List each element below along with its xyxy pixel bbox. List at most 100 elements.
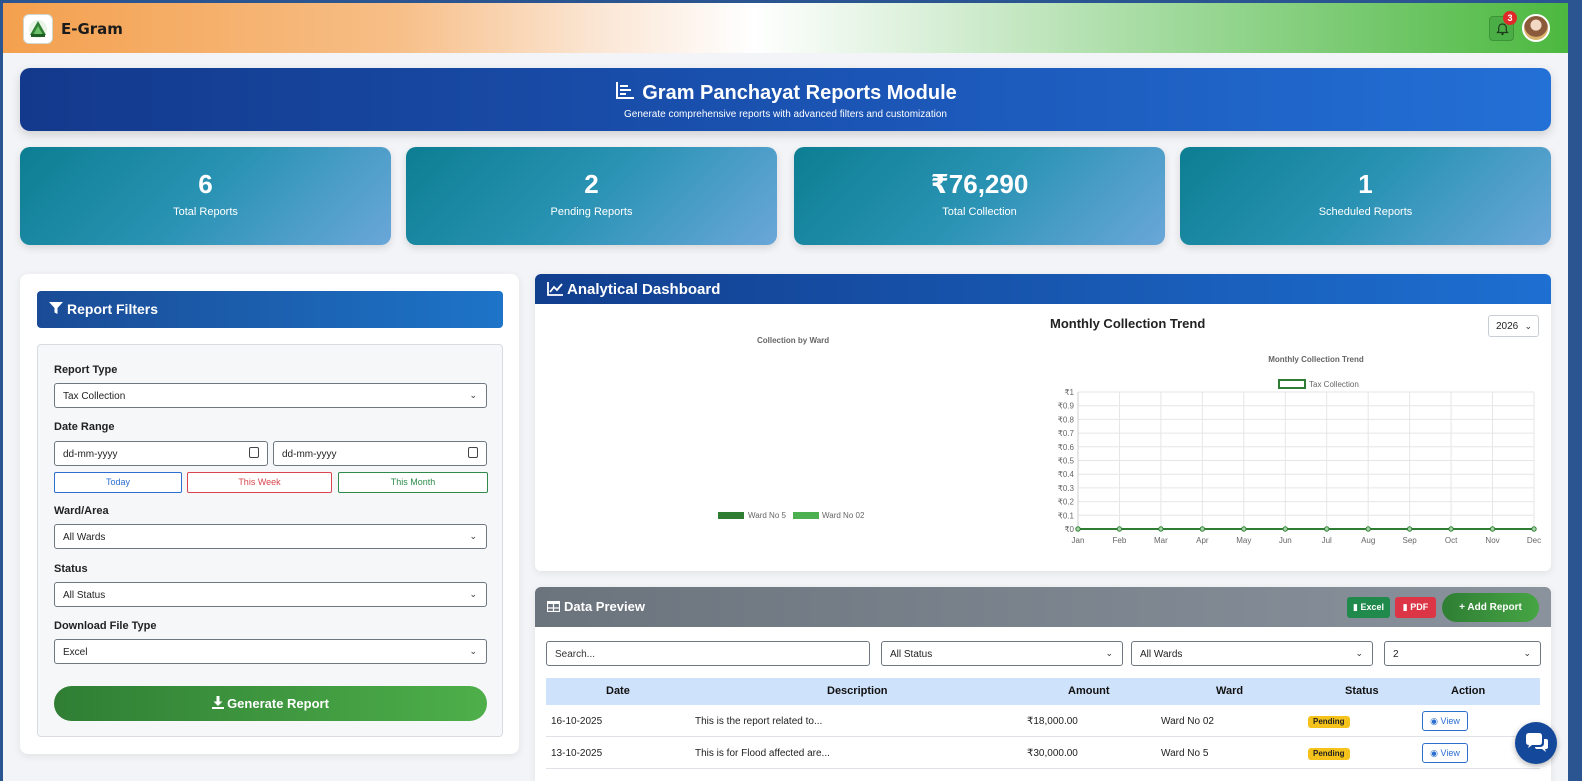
chat-button[interactable] (1515, 722, 1557, 764)
emblem-icon (29, 20, 47, 38)
chevron-down-icon: ⌄ (469, 589, 477, 599)
legend-label-tax-collection: Tax Collection (1309, 380, 1359, 389)
eye-icon: ◉ (1430, 748, 1438, 758)
search-input[interactable]: Search... (546, 641, 870, 666)
x-tick-label: Apr (1196, 536, 1209, 545)
column-header-date: Date (606, 685, 630, 697)
date-to-placeholder: dd-mm-yyyy (282, 449, 337, 460)
data-point (1531, 526, 1537, 532)
page-size-value: 2 (1393, 649, 1399, 660)
today-button[interactable]: Today (54, 472, 182, 493)
data-preview-header: Data Preview ▮ Excel ▮ PDF + Add Report (535, 587, 1551, 627)
table-row: 16-10-2025 This is the report related to… (546, 705, 1540, 737)
file-type-select[interactable]: Excel ⌄ (54, 639, 487, 664)
stat-value: ₹76,290 (930, 169, 1029, 199)
stat-value: 2 (584, 169, 599, 199)
report-type-select[interactable]: Tax Collection ⌄ (54, 383, 487, 408)
view-button[interactable]: ◉ View (1422, 743, 1468, 763)
top-navbar: E-Gram 3 (3, 3, 1568, 53)
data-point (1241, 526, 1247, 532)
x-tick-label: Jan (1072, 536, 1085, 545)
legend-swatch-ward-5 (718, 512, 744, 519)
cell-description: This is the report related to... (695, 716, 823, 727)
app-logo[interactable] (23, 14, 53, 44)
page-size-select[interactable]: 2 ⌄ (1384, 641, 1541, 666)
this-week-button[interactable]: This Week (187, 472, 332, 493)
data-point (1075, 526, 1081, 532)
status-select[interactable]: All Status ⌄ (54, 582, 487, 607)
search-placeholder: Search... (555, 649, 596, 660)
cell-date: 16-10-2025 (551, 716, 603, 727)
chevron-down-icon: ⌄ (469, 531, 477, 541)
file-excel-icon: ▮ (1353, 602, 1358, 612)
table-icon (546, 600, 561, 613)
report-filters-panel: Report Filters Report Type Tax Collectio… (20, 274, 519, 754)
report-type-label: Report Type (54, 364, 118, 376)
data-preview-title: Data Preview (564, 599, 645, 614)
status-badge: Pending (1308, 748, 1350, 760)
x-tick-label: Nov (1485, 536, 1499, 545)
view-label: View (1440, 748, 1460, 758)
chart-title: Monthly Collection Trend (1268, 355, 1364, 364)
generate-report-button[interactable]: Generate Report (54, 686, 487, 721)
status-label: Status (54, 563, 88, 575)
legend-label-ward-5: Ward No 5 (748, 511, 786, 520)
status-filter-select[interactable]: All Status ⌄ (881, 641, 1123, 666)
generate-report-label: Generate Report (227, 696, 329, 711)
legend-swatch-ward-02 (793, 512, 819, 519)
date-from-input[interactable]: dd-mm-yyyy (54, 441, 268, 466)
file-type-label: Download File Type (54, 620, 157, 632)
y-tick-label: ₹0 (1064, 525, 1074, 534)
status-filter-value: All Status (890, 649, 933, 660)
stat-value: 6 (198, 169, 213, 199)
stat-label: Total Collection (942, 206, 1017, 218)
view-label: View (1440, 716, 1460, 726)
chart-bar-icon (616, 82, 635, 99)
cell-ward: Ward No 02 (1161, 716, 1214, 727)
ward-chart-title: Collection by Ward (757, 336, 830, 345)
add-report-button[interactable]: + Add Report (1442, 593, 1539, 622)
filters-header: Report Filters (37, 291, 503, 328)
y-tick-label: ₹0.7 (1058, 429, 1075, 438)
y-tick-label: ₹0.2 (1058, 498, 1075, 507)
x-tick-label: Dec (1527, 536, 1541, 545)
calendar-icon[interactable] (468, 447, 478, 458)
status-badge: Pending (1308, 716, 1350, 728)
y-tick-label: ₹0.9 (1058, 402, 1075, 411)
chevron-down-icon: ⌄ (1523, 648, 1531, 658)
data-point (1489, 526, 1496, 532)
monthly-trend-chart: Monthly Collection Trend Tax Collection ₹0… (1058, 355, 1541, 545)
export-pdf-button[interactable]: ▮ PDF (1395, 597, 1436, 618)
column-header-status: Status (1345, 685, 1379, 697)
data-point (1158, 526, 1164, 532)
page-subtitle: Generate comprehensive reports with adva… (624, 109, 947, 120)
stat-card-total-reports: 6 Total Reports (20, 147, 391, 245)
legend-swatch-tax-collection (1278, 379, 1306, 389)
cell-amount: ₹30,000.00 (1027, 748, 1078, 759)
filters-title: Report Filters (67, 301, 159, 317)
column-header-ward: Ward (1216, 685, 1244, 697)
stat-card-pending-reports: 2 Pending Reports (406, 147, 777, 245)
ward-filter-value: All Wards (1140, 649, 1183, 660)
export-excel-button[interactable]: ▮ Excel (1347, 597, 1390, 618)
data-point (1448, 526, 1454, 532)
page-title-text: Gram Panchayat Reports Module (642, 82, 957, 104)
analytics-title: Analytical Dashboard (567, 281, 721, 298)
ward-select[interactable]: All Wards ⌄ (54, 524, 487, 549)
this-month-button[interactable]: This Month (338, 472, 488, 493)
calendar-icon[interactable] (249, 447, 259, 458)
x-tick-label: Jul (1322, 536, 1332, 545)
filters-form: Report Type Tax Collection ⌄ Date Range … (37, 344, 503, 737)
stat-label: Pending Reports (550, 206, 633, 218)
y-tick-label: ₹0.1 (1058, 511, 1075, 520)
stat-card-scheduled-reports: 1 Scheduled Reports (1180, 147, 1551, 245)
chat-icon (1526, 733, 1548, 752)
ward-filter-select[interactable]: All Wards ⌄ (1131, 641, 1373, 666)
data-point (1365, 526, 1371, 532)
date-to-input[interactable]: dd-mm-yyyy (273, 441, 487, 466)
year-select[interactable]: 2026 ⌄ (1488, 315, 1539, 337)
cell-description: This is for Flood affected are... (695, 748, 830, 759)
x-tick-label: Oct (1445, 536, 1458, 545)
view-button[interactable]: ◉ View (1422, 711, 1468, 731)
user-avatar[interactable] (1522, 14, 1550, 42)
